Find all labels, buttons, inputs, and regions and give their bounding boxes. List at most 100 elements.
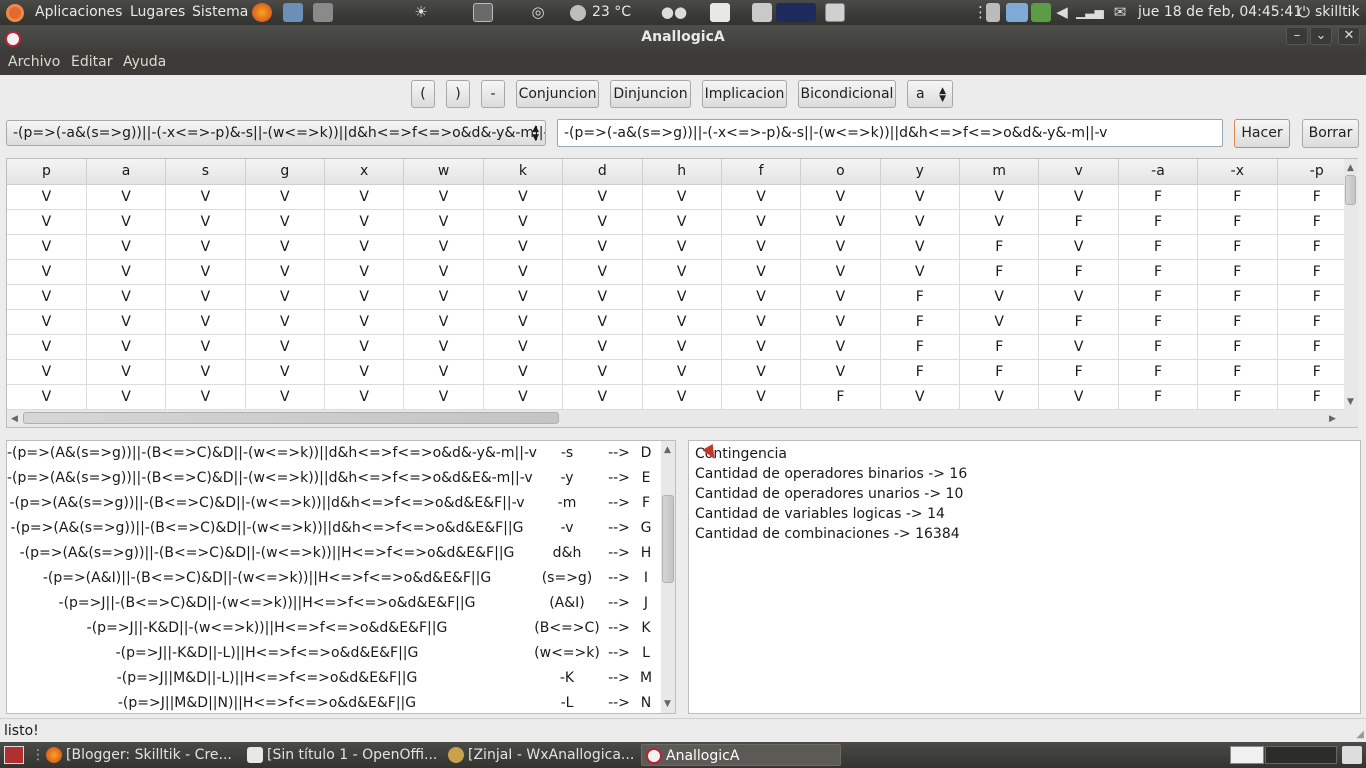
monitor-icon[interactable]	[473, 3, 493, 22]
table-row[interactable]: VVVVVVVVVVVVVFFFF	[7, 209, 1358, 235]
system-monitor-graph-icon[interactable]	[776, 3, 816, 22]
menu-ayuda[interactable]: Ayuda	[123, 51, 166, 75]
firefox-launcher-icon[interactable]	[252, 3, 272, 22]
window-titlebar[interactable]: AnallogicA – ⌄ ✕	[0, 25, 1366, 51]
table-header-cell[interactable]: -a	[1118, 159, 1199, 185]
table-horizontal-scrollbar[interactable]: ◀ ▶	[7, 410, 1344, 427]
trash-icon[interactable]	[1342, 746, 1362, 764]
menu-lugares[interactable]: Lugares	[130, 0, 185, 25]
ubuntu-logo-icon[interactable]	[6, 4, 24, 22]
list-item[interactable]: -(p=>(A&(s=>g))||-(B<=>C)&D||-(w<=>k))||…	[7, 491, 661, 516]
workspace-switcher[interactable]	[1265, 746, 1337, 764]
task-zinjai[interactable]: [ZinjaI - WxAnallogica...	[444, 744, 636, 766]
table-header-cell[interactable]: m	[959, 159, 1040, 185]
username[interactable]: skilltik	[1315, 0, 1360, 25]
table-header-cell[interactable]: x	[324, 159, 405, 185]
variable-select[interactable]: a ▲ ▼	[907, 80, 953, 108]
table-row[interactable]: VVVVVVVVVVVFFFFFF	[7, 359, 1358, 385]
list-item[interactable]: -(p=>(A&(s=>g))||-(B<=>C)&D||-(w<=>k))||…	[7, 541, 661, 566]
weather-temp[interactable]: 23 °C	[592, 0, 631, 25]
bicondicional-button[interactable]: Bicondicional	[798, 80, 896, 108]
steps-vertical-scrollbar[interactable]: ▲ ▼	[661, 441, 675, 713]
menu-archivo[interactable]: Archivo	[8, 51, 60, 75]
table-vertical-scrollbar[interactable]: ▲ ▼	[1344, 159, 1358, 427]
list-item[interactable]: -(p=>(A&(s=>g))||-(B<=>C)&D||-(w<=>k))||…	[7, 441, 661, 466]
dinjuncion-button[interactable]: Dinjuncion	[610, 80, 691, 108]
resize-grip-icon[interactable]: ◢	[1356, 729, 1364, 740]
list-item[interactable]: -(p=>J||-K&D||-L)||H<=>f<=>o&d&E&F||G (w<…	[7, 641, 661, 666]
show-desktop-icon[interactable]	[4, 746, 24, 764]
steps-scroll-down-icon[interactable]: ▼	[664, 699, 671, 709]
signal-icon[interactable]: ▁▃▅	[1076, 0, 1104, 25]
table-header-cell[interactable]: v	[1038, 159, 1119, 185]
table-header-cell[interactable]: o	[800, 159, 881, 185]
menu-aplicaciones[interactable]: Aplicaciones	[35, 0, 122, 25]
table-row[interactable]: VVVVVVVVVVVVFFFFF	[7, 259, 1358, 285]
steps-vscroll-thumb[interactable]	[662, 495, 674, 583]
eyes-icon[interactable]: ◎	[526, 0, 550, 25]
scroll-right-icon[interactable]: ▶	[1329, 414, 1336, 424]
table-header-cell[interactable]: k	[483, 159, 564, 185]
power-icon[interactable]: ⏻	[1296, 0, 1312, 25]
table-header-cell[interactable]: d	[562, 159, 643, 185]
list-item[interactable]: -(p=>J||-K&D||-(w<=>k))||H<=>f<=>o&d&E&F…	[7, 616, 661, 641]
mail-icon[interactable]: ✉	[1110, 0, 1130, 25]
task-blogger[interactable]: [Blogger: Skilltik - Cre...	[42, 744, 238, 766]
table-hscroll-thumb[interactable]	[23, 412, 559, 424]
hacer-button[interactable]: Hacer	[1234, 119, 1290, 148]
volume-icon[interactable]: ◀	[1054, 0, 1070, 25]
removable-drive-icon[interactable]	[986, 3, 1000, 22]
screenshot-icon[interactable]	[825, 3, 845, 22]
maximize-icon[interactable]: ⌄	[1310, 27, 1332, 45]
storage-launcher-icon[interactable]	[313, 3, 333, 22]
table-row[interactable]: VVVVVVVVVVFVVVFFF	[7, 384, 1358, 410]
clock[interactable]: jue 18 de feb, 04:45:41	[1138, 0, 1302, 25]
borrar-button[interactable]: Borrar	[1302, 119, 1359, 148]
negation-button[interactable]: -	[481, 80, 505, 108]
list-item[interactable]: -(p=>(A&I)||-(B<=>C)&D||-(w<=>k))||H<=>f…	[7, 566, 661, 591]
workspace-1-icon[interactable]	[1230, 746, 1264, 764]
cpu-icon[interactable]	[752, 3, 772, 22]
table-header-cell[interactable]: s	[165, 159, 246, 185]
update-icon[interactable]	[1031, 3, 1051, 22]
results-panel[interactable]: Contingencia Cantidad de operadores bina…	[688, 440, 1361, 714]
table-header-cell[interactable]: h	[642, 159, 722, 185]
menu-editar[interactable]: Editar	[71, 51, 112, 75]
scroll-up-icon[interactable]: ▲	[1347, 163, 1354, 173]
network-icon[interactable]	[1006, 3, 1028, 22]
terminal-icon[interactable]	[710, 3, 730, 22]
brightness-icon[interactable]: ☀	[410, 0, 432, 25]
table-header-cell[interactable]: a	[86, 159, 167, 185]
formula-history-combo[interactable]: -(p=>(-a&(s=>g))||-(-x<=>-p)&-s||-(w<=>k…	[6, 120, 546, 146]
table-header-cell[interactable]: y	[880, 159, 961, 185]
table-header-cell[interactable]: -x	[1197, 159, 1278, 185]
minimize-icon[interactable]: –	[1286, 27, 1308, 45]
scroll-down-icon[interactable]: ▼	[1347, 397, 1354, 407]
list-item[interactable]: -(p=>J||-(B<=>C)&D||-(w<=>k))||H<=>f<=>o…	[7, 591, 661, 616]
table-row[interactable]: VVVVVVVVVVVVVVFFF	[7, 184, 1358, 210]
open-paren-button[interactable]: (	[411, 80, 435, 108]
scroll-left-icon[interactable]: ◀	[11, 414, 18, 424]
table-header-cell[interactable]: f	[721, 159, 802, 185]
task-openoffice[interactable]: [Sin título 1 - OpenOffi...	[243, 744, 439, 766]
implicacion-button[interactable]: Implicacion	[702, 80, 787, 108]
table-row[interactable]: VVVVVVVVVVVFVVFFF	[7, 284, 1358, 310]
table-vscroll-thumb[interactable]	[1345, 175, 1356, 205]
close-paren-button[interactable]: )	[446, 80, 470, 108]
list-item[interactable]: -(p=>(A&(s=>g))||-(B<=>C)&D||-(w<=>k))||…	[7, 466, 661, 491]
list-item[interactable]: -(p=>(A&(s=>g))||-(B<=>C)&D||-(w<=>k))||…	[7, 516, 661, 541]
truth-table-panel[interactable]: p a s g x w k d h f o y m v -a -x -p VVVVVVVVVVVVVVFFFVV…	[6, 158, 1358, 428]
steps-scroll-up-icon[interactable]: ▲	[664, 445, 671, 455]
table-row[interactable]: VVVVVVVVVVVFFVFFF	[7, 334, 1358, 360]
list-item[interactable]: -(p=>J||M&D||-L)||H<=>f<=>o&d&E&F||G -K --…	[7, 666, 661, 691]
conjuncion-button[interactable]: Conjuncion	[516, 80, 599, 108]
reduction-steps-list[interactable]: -(p=>(A&(s=>g))||-(B<=>C)&D||-(w<=>k))||…	[6, 440, 676, 714]
list-item[interactable]: -(p=>J||M&D||N)||H<=>f<=>o&d&E&F||G -L -->…	[7, 691, 661, 713]
truth-table[interactable]: p a s g x w k d h f o y m v -a -x -p VVVVVVVVVVVVVVFFFVV…	[7, 159, 1358, 410]
table-header-cell[interactable]: w	[403, 159, 484, 185]
table-header-cell[interactable]: p	[7, 159, 87, 185]
task-anallogica[interactable]: AnallogicA	[641, 744, 841, 766]
menu-sistema[interactable]: Sistema	[192, 0, 248, 25]
people-launcher-icon[interactable]	[283, 3, 303, 22]
table-header-cell[interactable]: g	[245, 159, 326, 185]
